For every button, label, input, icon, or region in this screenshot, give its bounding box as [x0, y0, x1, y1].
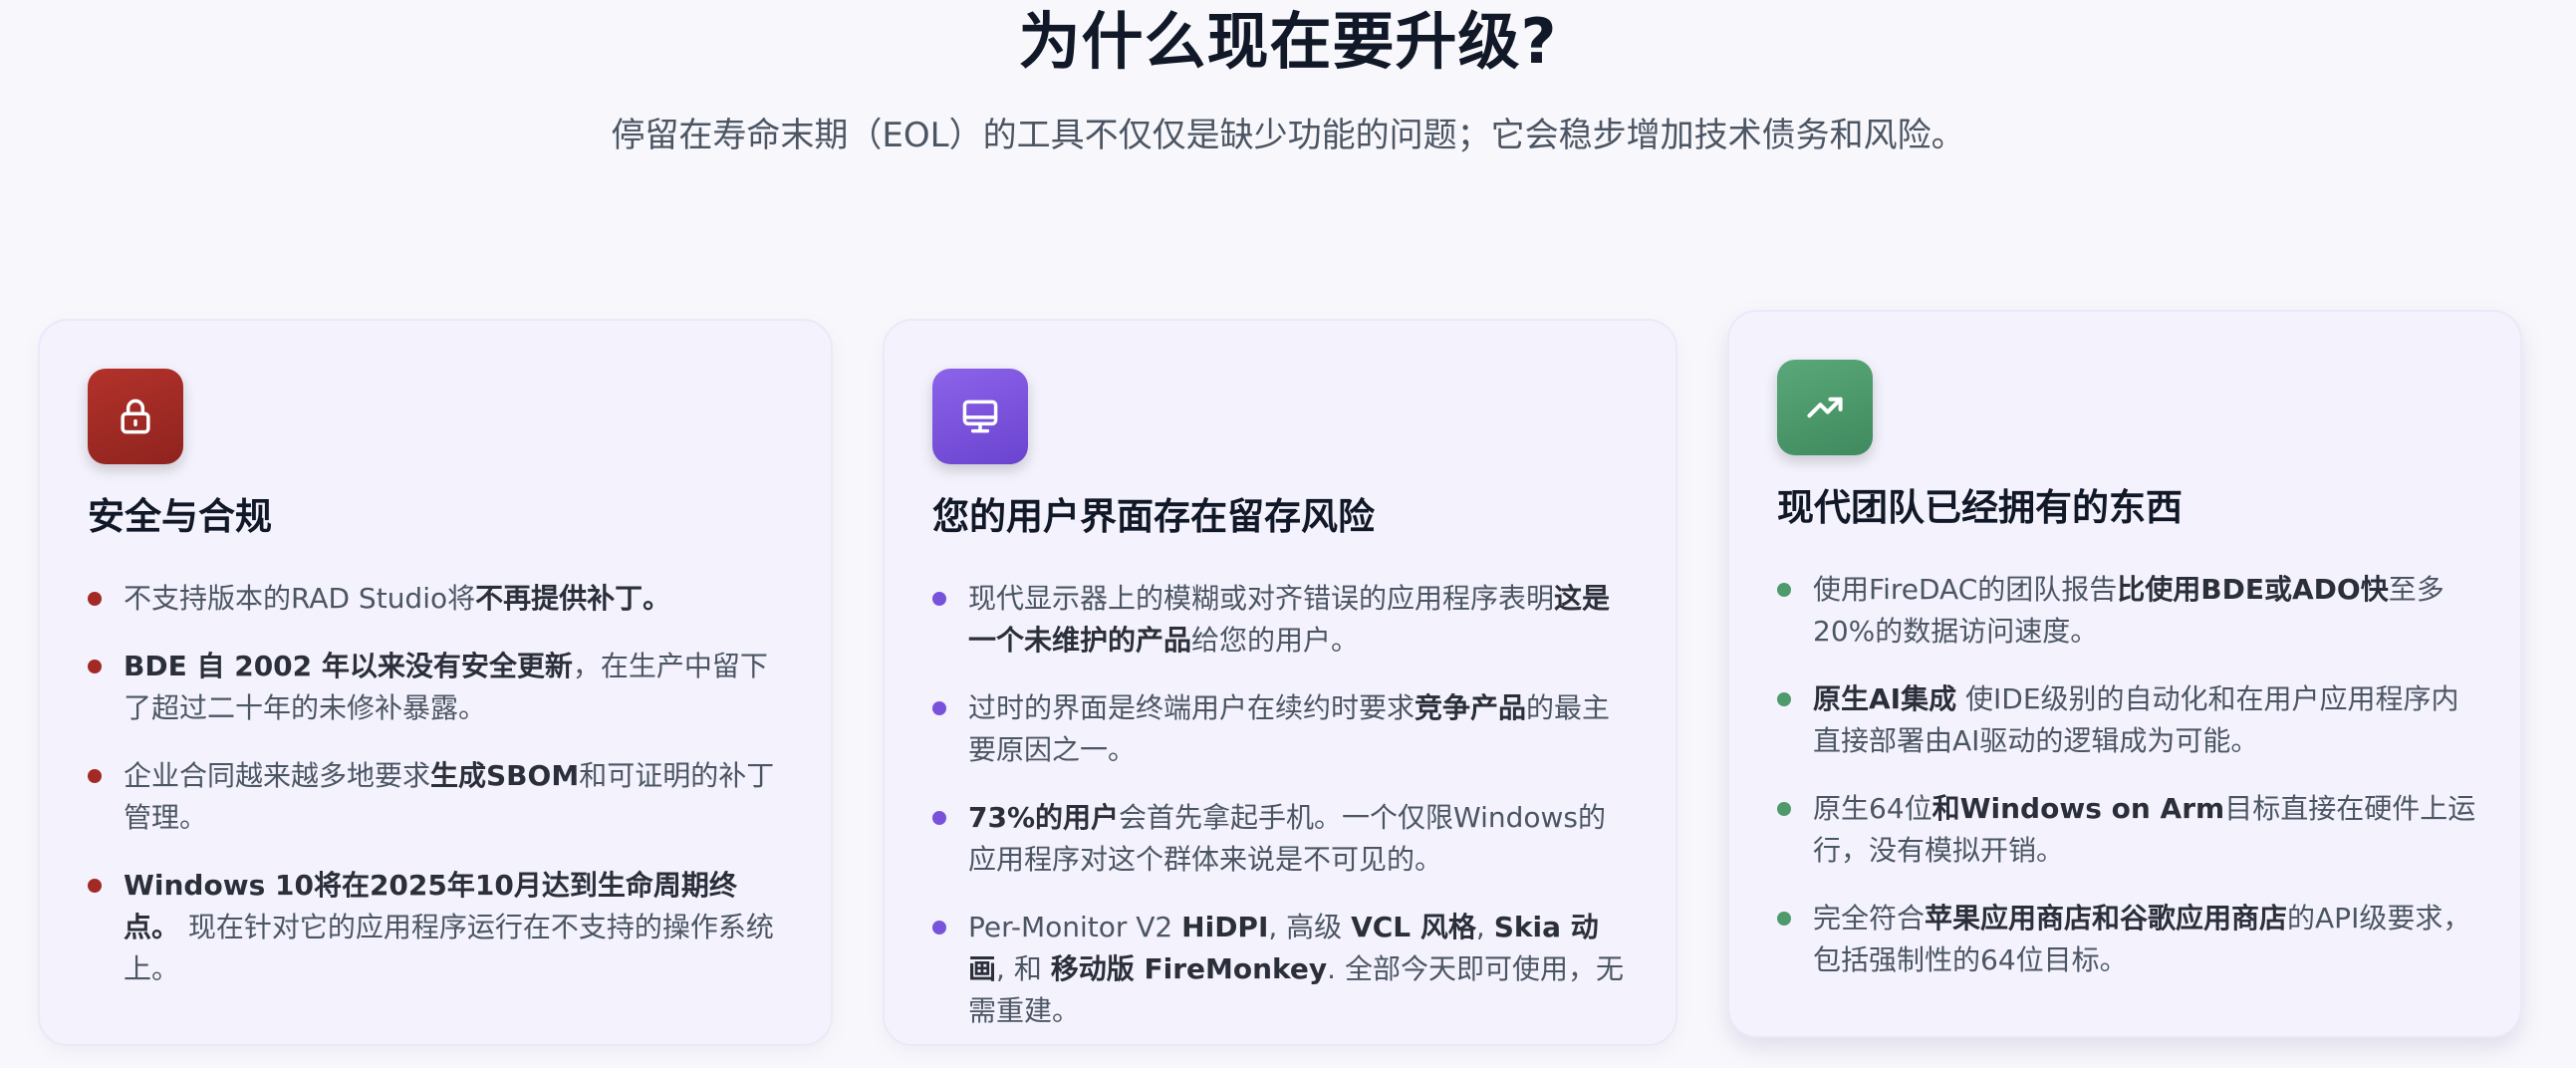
point-text: , 和	[996, 952, 1051, 985]
trending-up-icon	[1777, 360, 1873, 455]
list-item: 企业合同越来越多地要求生成SBOM和可证明的补丁管理。	[88, 755, 787, 839]
list-item: BDE 自 2002 年以来没有安全更新，在生产中留下了超过二十年的未修补暴露。	[88, 646, 787, 729]
list-item: 原生AI集成 使IDE级别的自动化和在用户应用程序内直接部署由AI驱动的逻辑成为…	[1777, 678, 2476, 762]
emphasis-text: 生成SBOM	[430, 759, 580, 792]
card-points: 使用FireDAC的团队报告比使用BDE或ADO快至多20%的数据访问速度。 原生…	[1777, 569, 2476, 1007]
point-text: Per-Monitor V2	[968, 911, 1182, 943]
card-title: 安全与合规	[88, 495, 272, 538]
list-item: Windows 10将在2025年10月达到生命周期终点。 现在针对它的应用程序…	[88, 865, 787, 990]
point-text: 给您的用户。	[1191, 624, 1360, 657]
point-text: ,	[1475, 911, 1494, 943]
emphasis-text: BDE 自 2002 年以来没有安全更新	[124, 650, 573, 682]
page-title: 为什么现在要升级?	[1018, 5, 1558, 78]
list-item: 完全符合苹果应用商店和谷歌应用商店的API级要求，包括强制性的64位目标。	[1777, 898, 2476, 981]
card-ui-retention-risk: 您的用户界面存在留存风险 现代显示器上的模糊或对齐错误的应用程序表明这是一个未维…	[883, 319, 1677, 1046]
bullet-dot	[1777, 692, 1791, 706]
emphasis-text: 原生AI集成	[1813, 682, 1957, 715]
point-text: 完全符合	[1813, 902, 1926, 934]
bullet-dot	[1777, 583, 1791, 597]
point-text: 现代显示器上的模糊或对齐错误的应用程序表明	[968, 582, 1555, 615]
card-title: 现代团队已经拥有的东西	[1777, 486, 2183, 529]
emphasis-text: 苹果应用商店和谷歌应用商店	[1925, 902, 2288, 934]
point-text: 使用FireDAC的团队报告	[1813, 573, 2118, 606]
list-item: Per-Monitor V2 HiDPI, 高级 VCL 风格, Skia 动画…	[932, 907, 1632, 1032]
point-text: 过时的界面是终端用户在续约时要求	[968, 691, 1416, 724]
bullet-dot	[932, 701, 946, 715]
list-item: 不支持版本的RAD Studio将不再提供补丁。	[88, 578, 787, 620]
list-item: 使用FireDAC的团队报告比使用BDE或ADO快至多20%的数据访问速度。	[1777, 569, 2476, 653]
emphasis-text: VCL 风格	[1351, 911, 1476, 943]
bullet-dot	[88, 592, 102, 606]
emphasis-text: HiDPI	[1181, 911, 1269, 943]
point-text: 不支持版本的RAD Studio将	[124, 582, 476, 615]
bullet-dot	[1777, 912, 1791, 926]
card-title: 您的用户界面存在留存风险	[932, 495, 1375, 538]
emphasis-text: 移动版 FireMonkey	[1050, 952, 1328, 985]
bullet-dot	[932, 811, 946, 825]
page-subtitle: 停留在寿命末期（EOL）的工具不仅仅是缺少功能的问题；它会稳步增加技术债务和风险…	[611, 116, 1965, 155]
bullet-dot	[932, 592, 946, 606]
bullet-dot	[88, 769, 102, 783]
bullet-dot	[88, 660, 102, 673]
card-security-compliance: 安全与合规 不支持版本的RAD Studio将不再提供补丁。 BDE 自 2002…	[38, 319, 833, 1046]
list-item: 73%的用户会首先拿起手机。一个仅限Windows的应用程序对这个群体来说是不可…	[932, 797, 1632, 881]
list-item: 过时的界面是终端用户在续约时要求竞争产品的最主要原因之一。	[932, 687, 1632, 771]
point-text: 现在针对它的应用程序运行在不支持的操作系统上。	[124, 911, 774, 985]
emphasis-text: 比使用BDE或ADO快	[2117, 573, 2389, 606]
point-text: 企业合同越来越多地要求	[124, 759, 431, 792]
emphasis-text: 竞争产品	[1415, 691, 1527, 724]
bullet-dot	[1777, 802, 1791, 816]
bullet-dot	[88, 879, 102, 893]
emphasis-text: 不再提供补丁。	[475, 582, 671, 615]
card-modern-teams: 现代团队已经拥有的东西 使用FireDAC的团队报告比使用BDE或ADO快至多2…	[1727, 310, 2522, 1038]
list-item: 现代显示器上的模糊或对齐错误的应用程序表明这是一个未维护的产品给您的用户。	[932, 578, 1632, 662]
card-points: 现代显示器上的模糊或对齐错误的应用程序表明这是一个未维护的产品给您的用户。 过时的…	[932, 578, 1632, 1058]
card-points: 不支持版本的RAD Studio将不再提供补丁。 BDE 自 2002 年以来没有…	[88, 578, 787, 1016]
lock-icon	[88, 369, 183, 464]
emphasis-text: 73%的用户	[968, 801, 1120, 834]
emphasis-text: 和Windows on Arm	[1932, 792, 2225, 825]
point-text: , 高级	[1268, 911, 1352, 943]
monitor-icon	[932, 369, 1028, 464]
list-item: 原生64位和Windows on Arm目标直接在硬件上运行，没有模拟开销。	[1777, 788, 2476, 872]
point-text: 原生64位	[1813, 792, 1932, 825]
bullet-dot	[932, 921, 946, 934]
